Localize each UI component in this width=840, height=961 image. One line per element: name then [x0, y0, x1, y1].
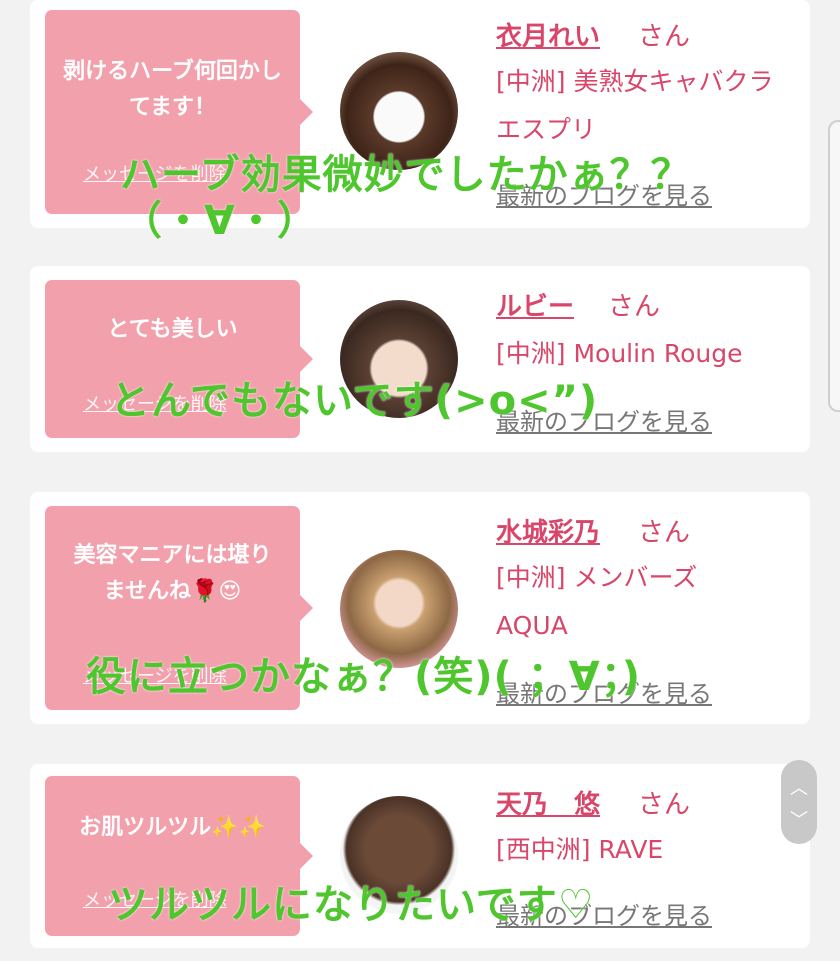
message-text: 美容マニアには堪りませんね🌹😍 [73, 543, 272, 604]
shop-name: [西中洲] RAVE [496, 835, 664, 864]
message-text: お肌ツルツル✨✨ [79, 815, 266, 840]
caption-overlay: とんでもないです(>o<”) [110, 378, 599, 424]
sender-name-link[interactable]: 衣月れい [496, 16, 600, 53]
caption-overlay: ツルツルになりたいです♡ [108, 882, 595, 928]
shop-name: [中洲] 美熟女キャバクラ エスプリ [496, 67, 774, 144]
sender-name-link[interactable]: ルビー [496, 286, 574, 323]
shop-name: [中洲] メンバーズ AQUA [496, 563, 698, 640]
caption-overlay: 役に立つかなぁ？(笑)( ；∀；) [86, 654, 642, 700]
chevron-down-icon[interactable]: ﹀ [781, 806, 817, 832]
honorific: さん [638, 22, 691, 52]
sender-name-link[interactable]: 水城彩乃 [496, 512, 600, 549]
message-text: とても美しい [107, 317, 238, 342]
chevron-up-icon[interactable]: ︿ [781, 774, 817, 800]
edge-panel-handle[interactable] [828, 120, 840, 412]
caption-overlay: （・∀・） [122, 198, 318, 244]
honorific: さん [638, 790, 691, 820]
honorific: さん [608, 292, 661, 322]
honorific: さん [638, 518, 691, 548]
message-text: 剥けるハーブ何回かしてます！ [63, 59, 282, 120]
sender-name-link[interactable]: 天乃 悠 [496, 784, 600, 821]
scroll-button[interactable]: ︿ ﹀ [781, 760, 817, 844]
